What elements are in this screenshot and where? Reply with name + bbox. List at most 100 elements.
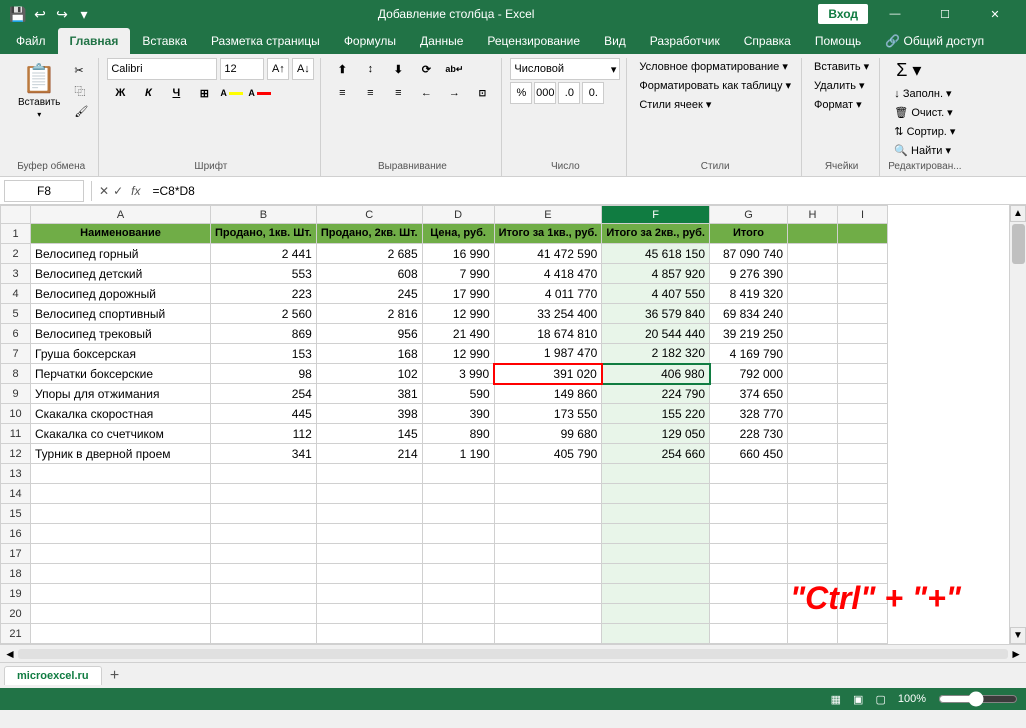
tab-share[interactable]: 🔗 Общий доступ (873, 28, 996, 54)
table-cell[interactable]: 4 418 470 (494, 264, 602, 284)
table-cell[interactable] (211, 464, 317, 484)
table-cell[interactable]: 224 790 (602, 384, 710, 404)
scroll-up-btn[interactable]: ▲ (1010, 205, 1026, 222)
table-cell[interactable] (788, 464, 838, 484)
table-cell[interactable]: 374 650 (710, 384, 788, 404)
bold-btn[interactable]: Ж (107, 82, 133, 104)
table-cell[interactable] (211, 564, 317, 584)
align-right-btn[interactable]: ≡ (385, 82, 411, 104)
table-cell[interactable]: 245 (316, 284, 422, 304)
maximize-btn[interactable]: ☐ (922, 0, 968, 28)
table-cell[interactable] (494, 624, 602, 644)
table-cell[interactable] (31, 624, 211, 644)
table-cell[interactable] (602, 624, 710, 644)
table-cell[interactable]: 1 987 470 (494, 344, 602, 364)
table-cell[interactable]: Перчатки боксерские (31, 364, 211, 384)
table-cell[interactable] (838, 264, 888, 284)
table-cell[interactable]: 608 (316, 264, 422, 284)
table-cell[interactable]: 21 490 (422, 324, 494, 344)
fill-btn[interactable]: ↓ Заполн. ▾ (890, 85, 959, 102)
col-header-c[interactable]: C (316, 206, 422, 224)
table-cell[interactable]: Продано, 2кв. Шт. (316, 224, 422, 244)
table-cell[interactable] (838, 284, 888, 304)
table-cell[interactable] (838, 244, 888, 264)
increase-font-btn[interactable]: A↑ (267, 58, 289, 80)
table-cell[interactable] (31, 484, 211, 504)
view-preview-btn[interactable]: ▢ (875, 693, 885, 706)
table-cell[interactable]: 12 990 (422, 304, 494, 324)
table-cell[interactable]: 590 (422, 384, 494, 404)
align-top-btn[interactable]: ⬆ (329, 58, 355, 80)
table-cell[interactable]: 2 560 (211, 304, 317, 324)
table-cell[interactable]: Упоры для отжимания (31, 384, 211, 404)
table-cell[interactable]: 20 544 440 (602, 324, 710, 344)
table-cell[interactable]: Велосипед детский (31, 264, 211, 284)
table-cell[interactable] (788, 624, 838, 644)
table-cell[interactable]: Велосипед спортивный (31, 304, 211, 324)
table-cell[interactable]: 405 790 (494, 444, 602, 464)
table-cell[interactable]: 890 (422, 424, 494, 444)
table-cell[interactable] (31, 524, 211, 544)
table-cell[interactable]: 553 (211, 264, 317, 284)
table-cell[interactable] (788, 404, 838, 424)
table-cell[interactable] (602, 564, 710, 584)
table-cell[interactable] (211, 544, 317, 564)
table-cell[interactable] (422, 564, 494, 584)
table-cell[interactable]: 112 (211, 424, 317, 444)
tab-formulas[interactable]: Формулы (332, 28, 408, 54)
table-cell[interactable]: 153 (211, 344, 317, 364)
sheet-tab-microexcel[interactable]: microexcel.ru (4, 666, 102, 685)
table-cell[interactable] (31, 464, 211, 484)
table-cell[interactable]: 102 (316, 364, 422, 384)
table-cell[interactable]: 2 816 (316, 304, 422, 324)
table-cell[interactable]: 956 (316, 324, 422, 344)
table-cell[interactable] (710, 464, 788, 484)
undo-btn[interactable]: ↩ (30, 4, 50, 24)
tab-developer[interactable]: Разработчик (638, 28, 732, 54)
table-cell[interactable] (838, 504, 888, 524)
table-cell[interactable] (838, 224, 888, 244)
table-cell[interactable]: Итого (710, 224, 788, 244)
table-cell[interactable] (602, 484, 710, 504)
add-sheet-btn[interactable]: + (104, 665, 126, 687)
table-cell[interactable]: 168 (316, 344, 422, 364)
thousand-btn[interactable]: 000 (534, 82, 556, 104)
col-header-h[interactable]: H (788, 206, 838, 224)
table-cell[interactable]: Велосипед горный (31, 244, 211, 264)
decrease-decimal-btn[interactable]: 0. (582, 82, 604, 104)
customize-btn[interactable]: ▾ (74, 4, 94, 24)
table-cell[interactable]: Цена, руб. (422, 224, 494, 244)
table-cell[interactable] (422, 464, 494, 484)
login-button[interactable]: Вход (818, 4, 868, 24)
table-cell[interactable] (710, 624, 788, 644)
tab-home[interactable]: Главная (58, 28, 131, 54)
tab-file[interactable]: Файл (4, 28, 58, 54)
table-cell[interactable]: 145 (316, 424, 422, 444)
table-cell[interactable] (602, 604, 710, 624)
table-cell[interactable] (838, 364, 888, 384)
table-cell[interactable] (31, 604, 211, 624)
table-cell[interactable] (316, 604, 422, 624)
table-cell[interactable]: Турник в дверной проем (31, 444, 211, 464)
table-cell[interactable]: 792 000 (710, 364, 788, 384)
table-cell[interactable]: 660 450 (710, 444, 788, 464)
table-cell[interactable] (211, 504, 317, 524)
table-cell[interactable] (602, 504, 710, 524)
table-cell[interactable] (838, 464, 888, 484)
table-cell[interactable]: 254 660 (602, 444, 710, 464)
table-cell[interactable]: 341 (211, 444, 317, 464)
table-cell[interactable]: Скакалка скоростная (31, 404, 211, 424)
merge-btn[interactable]: ⊡ (469, 82, 495, 104)
table-cell[interactable]: 45 618 150 (602, 244, 710, 264)
col-header-e[interactable]: E (494, 206, 602, 224)
align-center-btn[interactable]: ≡ (357, 82, 383, 104)
table-cell[interactable] (316, 484, 422, 504)
table-cell[interactable] (494, 464, 602, 484)
table-cell[interactable] (788, 224, 838, 244)
font-size-input[interactable] (220, 58, 264, 80)
tab-view[interactable]: Вид (592, 28, 638, 54)
table-cell[interactable]: 4 169 790 (710, 344, 788, 364)
table-cell[interactable] (494, 524, 602, 544)
table-cell[interactable]: 3 990 (422, 364, 494, 384)
table-cell[interactable] (788, 564, 838, 584)
